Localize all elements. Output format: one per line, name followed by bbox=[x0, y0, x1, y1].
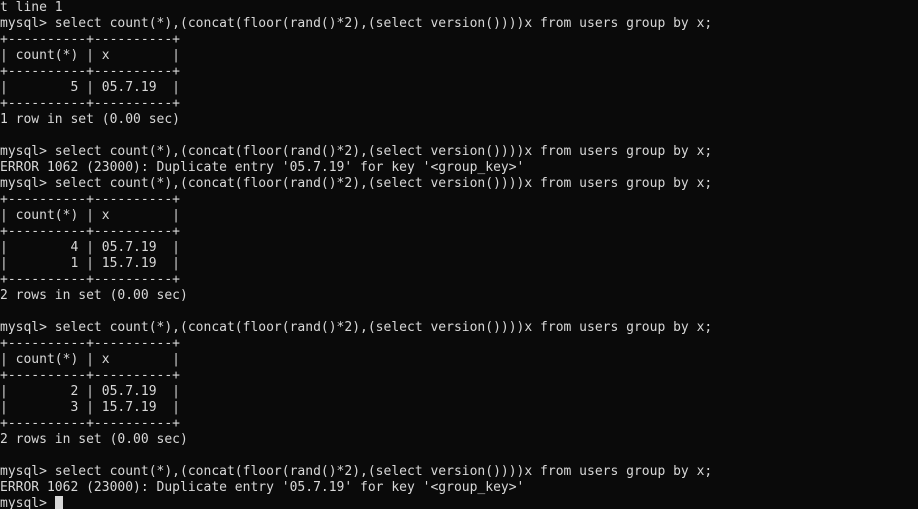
table-separator: +----------+----------+ bbox=[0, 336, 181, 351]
table-separator: +----------+----------+ bbox=[0, 96, 181, 111]
prompt-line: mysql> select count(*),(concat(floor(ran… bbox=[0, 144, 713, 159]
table-separator: +----------+----------+ bbox=[0, 192, 181, 207]
table-header-row: | count(*) | x | bbox=[0, 352, 181, 367]
result-status-line: 1 row in set (0.00 sec) bbox=[0, 112, 181, 127]
prompt-line: mysql> select count(*),(concat(floor(ran… bbox=[0, 176, 713, 191]
result-status-line: 2 rows in set (0.00 sec) bbox=[0, 288, 188, 303]
result-status-line: 2 rows in set (0.00 sec) bbox=[0, 432, 188, 447]
prompt-line: mysql> bbox=[0, 496, 918, 509]
table-header-row: | count(*) | x | bbox=[0, 48, 181, 63]
prompt-line: mysql> select count(*),(concat(floor(ran… bbox=[0, 16, 713, 31]
table-row: | 2 | 05.7.19 | bbox=[0, 384, 181, 399]
error-line: ERROR 1062 (23000): Duplicate entry '05.… bbox=[0, 480, 525, 495]
table-row: | 3 | 15.7.19 | bbox=[0, 400, 181, 415]
table-separator: +----------+----------+ bbox=[0, 64, 181, 79]
terminal-window[interactable]: t line 1 mysql> select count(*),(concat(f… bbox=[0, 0, 918, 509]
error-line: ERROR 1062 (23000): Duplicate entry '05.… bbox=[0, 160, 525, 175]
prompt-line: mysql> select count(*),(concat(floor(ran… bbox=[0, 320, 713, 335]
table-header-row: | count(*) | x | bbox=[0, 208, 181, 223]
table-separator: +----------+----------+ bbox=[0, 32, 181, 47]
table-separator: +----------+----------+ bbox=[0, 368, 181, 383]
table-row: | 5 | 05.7.19 | bbox=[0, 80, 181, 95]
table-separator: +----------+----------+ bbox=[0, 224, 181, 239]
text-cursor bbox=[54, 496, 63, 509]
terminal-line: t line 1 bbox=[0, 0, 63, 15]
table-separator: +----------+----------+ bbox=[0, 416, 181, 431]
prompt-line: mysql> select count(*),(concat(floor(ran… bbox=[0, 464, 713, 479]
table-row: | 4 | 05.7.19 | bbox=[0, 240, 181, 255]
table-row: | 1 | 15.7.19 | bbox=[0, 256, 181, 271]
table-separator: +----------+----------+ bbox=[0, 272, 181, 287]
